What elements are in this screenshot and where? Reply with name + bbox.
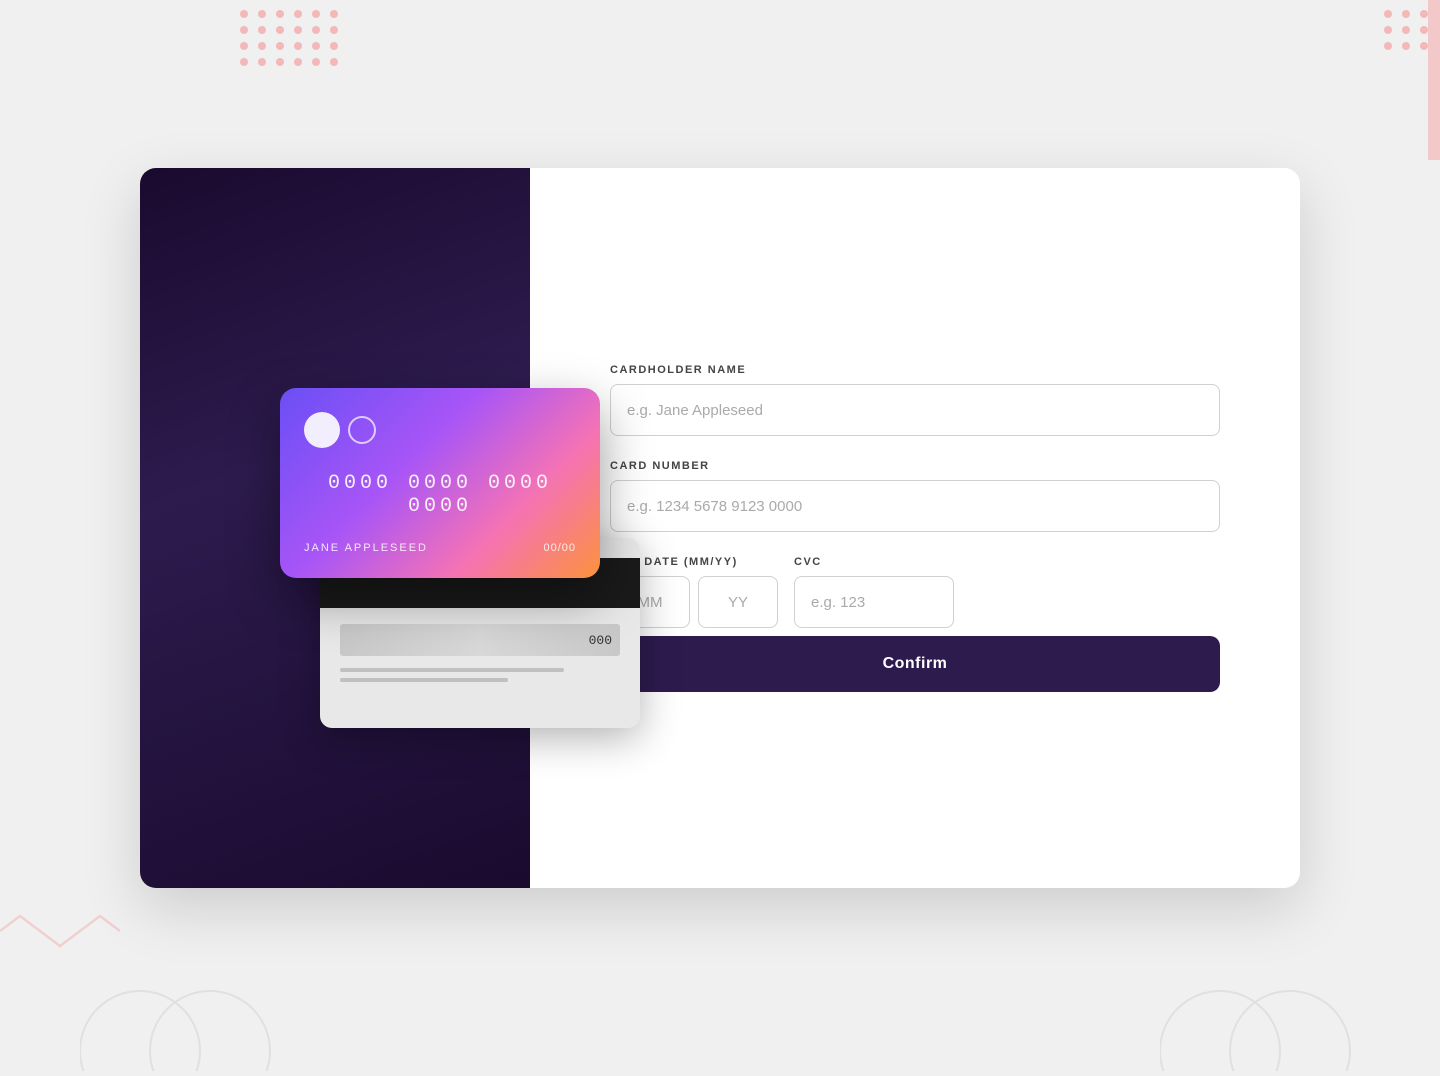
main-card: 0000 0000 0000 0000 JANE APPLESEED 00/00… [140,168,1300,888]
card-back-sig-strip: 000 [340,624,620,656]
card-number-label: CARD NUMBER [610,460,1220,472]
cardholder-name-input[interactable] [610,384,1220,436]
cvc-label: CVC [794,556,954,568]
confirm-button[interactable]: Confirm [610,636,1220,692]
decorative-squiggle [0,911,120,956]
cvc-input[interactable] [794,576,954,628]
cardholder-name-label: CARDHOLDER NAME [610,364,1220,376]
card-chip-area [304,412,576,448]
chip-circle-outline [348,416,376,444]
decorative-circles-bottom-right [1160,971,1360,1076]
card-back-lines [340,668,620,682]
card-number-group: CARD NUMBER [610,460,1220,532]
left-panel: 0000 0000 0000 0000 JANE APPLESEED 00/00… [140,168,530,888]
right-panel: CARDHOLDER NAME CARD NUMBER EXP. DATE (M… [530,168,1300,888]
cardholder-name-group: CARDHOLDER NAME [610,364,1220,436]
decorative-dots-right [1384,10,1430,50]
exp-year-input[interactable] [698,576,778,628]
card-back-cvc-display: 000 [589,633,612,648]
card-bottom-info: JANE APPLESEED 00/00 [304,542,576,554]
decorative-circles-bottom-left [80,971,280,1076]
card-back-sig-area: 000 [340,624,620,656]
decorative-dots-top [240,10,340,66]
card-number-input[interactable] [610,480,1220,532]
card-back-line-2 [340,678,508,682]
credit-card-front: 0000 0000 0000 0000 JANE APPLESEED 00/00 [280,388,600,578]
cvc-group: CVC [794,556,954,628]
card-back-line-1 [340,668,564,672]
exp-cvc-row: EXP. DATE (MM/YY) CVC [610,556,1220,628]
chip-circle-solid [304,412,340,448]
card-expiry: 00/00 [543,542,576,554]
card-holder-name: JANE APPLESEED [304,542,428,554]
card-number-display: 0000 0000 0000 0000 [304,472,576,518]
